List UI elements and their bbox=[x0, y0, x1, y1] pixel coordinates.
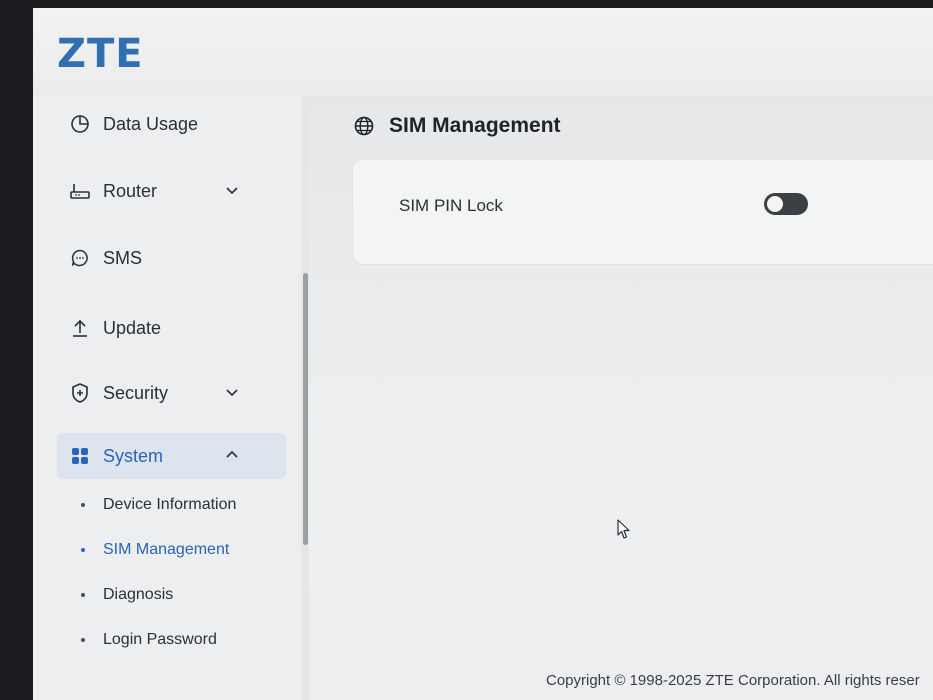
main-content: SIM Management SIM PIN Lock Copyright © … bbox=[309, 96, 933, 700]
bullet-dot bbox=[81, 638, 85, 642]
sidebar-subitem-diagnosis[interactable]: Diagnosis bbox=[81, 583, 173, 607]
message-icon bbox=[69, 247, 91, 269]
sidebar-item-label: System bbox=[103, 445, 164, 466]
sidebar-item-security[interactable]: Security bbox=[57, 370, 286, 416]
grid-icon bbox=[69, 445, 91, 467]
chevron-up-icon[interactable] bbox=[224, 447, 240, 463]
bullet-dot bbox=[81, 593, 85, 597]
sidebar-subitem-label: Device Information bbox=[103, 496, 237, 513]
sidebar-subitem-device-information[interactable]: Device Information bbox=[81, 493, 236, 517]
sidebar-subitem-label: Login Password bbox=[103, 631, 217, 648]
sidebar-item-label: SMS bbox=[103, 247, 143, 268]
sidebar-item-label: Security bbox=[103, 382, 169, 403]
sim-pin-lock-label: SIM PIN Lock bbox=[399, 196, 503, 215]
bullet-dot bbox=[81, 548, 85, 552]
sidebar-subitem-sim-management[interactable]: SIM Management bbox=[81, 538, 229, 562]
pie-chart-icon bbox=[69, 113, 91, 135]
router-admin-screen: ZTE Data Usage Router SMS Update Securit… bbox=[33, 8, 933, 700]
chevron-down-icon[interactable] bbox=[224, 182, 240, 198]
bullet-dot bbox=[81, 503, 85, 507]
sidebar-item-label: Data Usage bbox=[103, 113, 199, 134]
sidebar-item-sms[interactable]: SMS bbox=[57, 235, 286, 281]
sidebar-subitem-login-password[interactable]: Login Password bbox=[81, 628, 217, 652]
page-title: SIM Management bbox=[353, 114, 561, 138]
sidebar-item-label: Router bbox=[103, 180, 158, 201]
top-header: ZTE bbox=[33, 8, 933, 96]
router-icon bbox=[69, 180, 91, 202]
page-title-text: SIM Management bbox=[389, 114, 561, 137]
sidebar-item-update[interactable]: Update bbox=[57, 305, 286, 351]
footer-copyright: Copyright © 1998-2025 ZTE Corporation. A… bbox=[546, 672, 920, 689]
sidebar-subitem-label: Diagnosis bbox=[103, 586, 174, 603]
sidebar-scrollbar-thumb[interactable] bbox=[303, 273, 308, 545]
shield-icon bbox=[69, 382, 91, 404]
sidebar-item-label: Update bbox=[103, 317, 162, 338]
sidebar-item-router[interactable]: Router bbox=[57, 168, 286, 214]
sim-pin-lock-toggle[interactable] bbox=[764, 193, 808, 215]
toggle-knob bbox=[767, 196, 783, 212]
sidebar-nav: Data Usage Router SMS Update Security Sy… bbox=[33, 96, 301, 700]
sidebar-subitem-label: SIM Management bbox=[103, 541, 230, 558]
chevron-down-icon[interactable] bbox=[224, 384, 240, 400]
mouse-cursor-icon bbox=[617, 519, 630, 539]
sidebar-item-system[interactable]: System bbox=[57, 433, 286, 479]
sidebar-item-data-usage[interactable]: Data Usage bbox=[57, 101, 286, 147]
sim-settings-card: SIM PIN Lock bbox=[353, 160, 933, 264]
globe-icon bbox=[353, 115, 375, 137]
upload-icon bbox=[69, 317, 91, 339]
zte-logo: ZTE bbox=[57, 31, 144, 77]
